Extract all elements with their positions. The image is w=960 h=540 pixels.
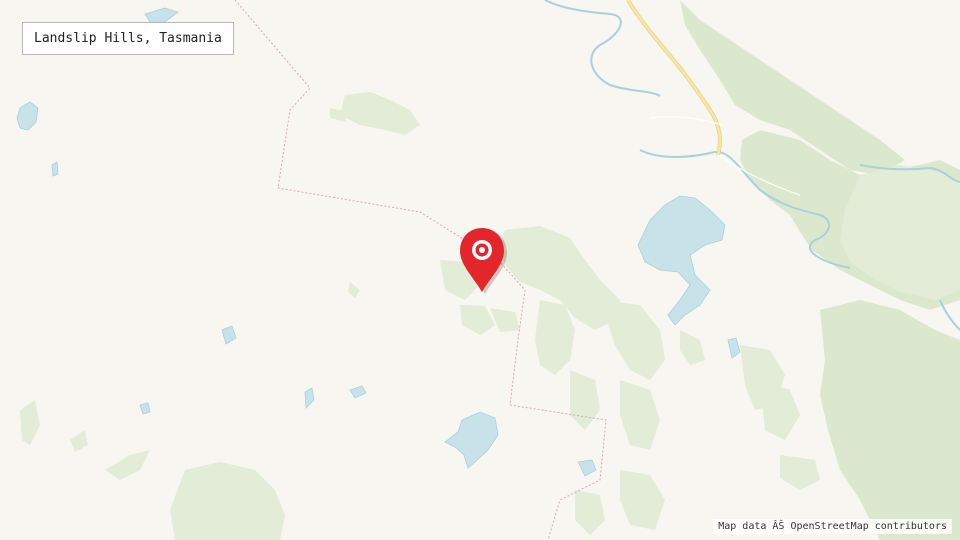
location-marker[interactable] — [455, 226, 511, 296]
map-title: Landslip Hills, Tasmania — [22, 22, 234, 55]
map-attribution[interactable]: Map data ÂŠ OpenStreetMap contributors — [713, 519, 952, 534]
map-pin-icon — [460, 228, 507, 294]
